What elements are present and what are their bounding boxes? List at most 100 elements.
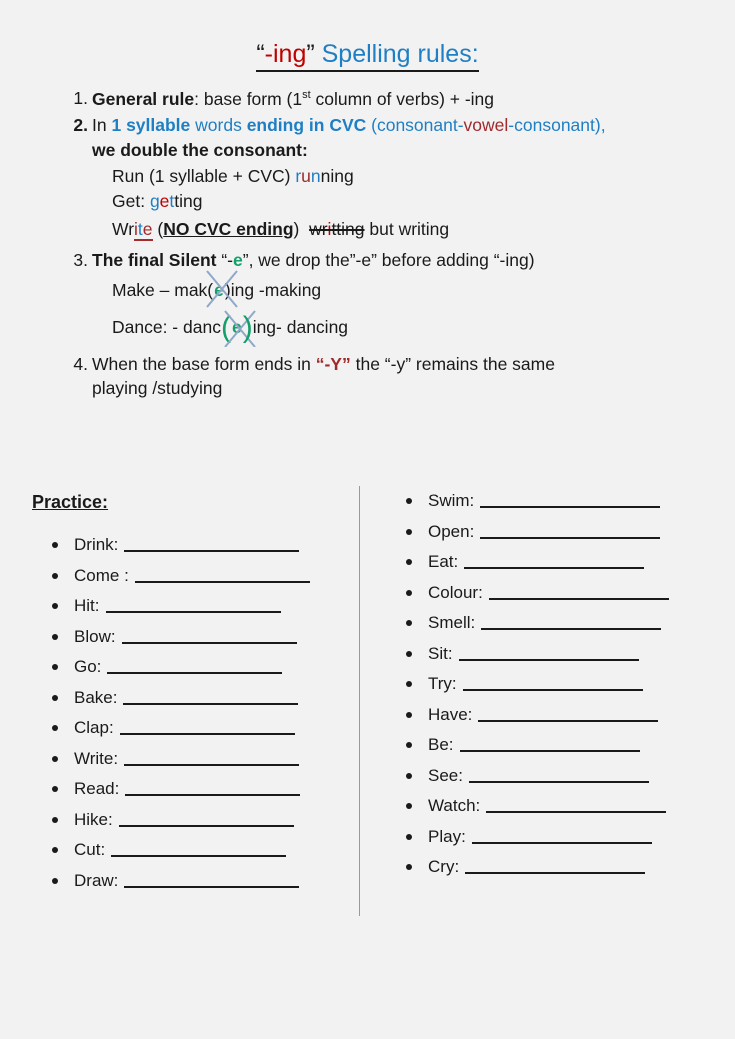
rule-4-text: When the base form ends in “-Y” the “-y”… bbox=[92, 354, 735, 375]
bullet-icon bbox=[406, 803, 412, 809]
rule-2-syllable: 1 syllable bbox=[111, 115, 191, 136]
practice-answer-blank[interactable] bbox=[464, 552, 645, 569]
rule-3-example-dance: Dance: - danc(e)ing- dancing bbox=[92, 309, 735, 347]
rule-3-number: 3. bbox=[73, 249, 88, 270]
practice-item-word: Drink: bbox=[74, 535, 119, 554]
practice-item-word: Come : bbox=[74, 565, 129, 585]
practice-item: Watch: bbox=[398, 791, 698, 822]
example-make-pre: Make – mak( bbox=[112, 280, 214, 301]
practice-answer-blank[interactable] bbox=[124, 535, 300, 552]
practice-answer-blank[interactable] bbox=[465, 857, 646, 874]
rule-2-vowel: vowel bbox=[463, 115, 509, 136]
example-get-l4: ting bbox=[174, 190, 203, 211]
practice-answer-blank[interactable] bbox=[471, 827, 652, 844]
rule-3-text: The final Silent “-e”, we drop the”-e” b… bbox=[92, 249, 735, 270]
rule-1-text-b: column of verbs) + -ing bbox=[310, 88, 495, 109]
practice-answer-blank[interactable] bbox=[124, 871, 300, 888]
rule-1-label: General rule bbox=[92, 88, 195, 109]
example-dance-e: e bbox=[231, 316, 242, 337]
rule-2-line2: we double the consonant: bbox=[92, 139, 308, 160]
example-write-prefix: Wr bbox=[112, 219, 135, 240]
practice-answer-blank[interactable] bbox=[107, 657, 283, 674]
practice-item: Open: bbox=[398, 517, 698, 548]
rule-4-number: 4. bbox=[73, 354, 88, 375]
bullet-icon bbox=[52, 725, 58, 731]
practice-answer-blank[interactable] bbox=[486, 796, 667, 813]
bullet-icon bbox=[406, 559, 412, 565]
practice-item-word: Swim: bbox=[428, 491, 475, 510]
practice-item-word: Eat: bbox=[428, 552, 459, 571]
practice-answer-blank[interactable] bbox=[121, 627, 297, 644]
rule-3-example-make: Make – mak(e)ing -making bbox=[92, 270, 735, 308]
practice-item: Go: bbox=[44, 652, 344, 683]
practice-item: Hit: bbox=[44, 591, 344, 622]
practice-left-column: Drink: Come : Hit: Blow: Go: Bake: Clap: Write:… bbox=[44, 530, 344, 896]
practice-answer-blank[interactable] bbox=[125, 779, 301, 796]
rule-4-line2: playing /studying bbox=[92, 377, 223, 398]
bullet-icon bbox=[406, 498, 412, 504]
practice-item-word: Be: bbox=[428, 735, 454, 754]
title-open-quote: “ bbox=[256, 40, 265, 68]
rule-4-text-a: When the base form ends in bbox=[92, 354, 316, 375]
column-divider bbox=[359, 486, 360, 916]
practice-answer-blank[interactable] bbox=[123, 688, 299, 705]
bullet-icon bbox=[406, 833, 412, 840]
example-write-wrong-post: tting bbox=[331, 219, 365, 240]
practice-answer-blank[interactable] bbox=[118, 810, 294, 827]
practice-answer-blank[interactable] bbox=[468, 766, 649, 783]
practice-item-word: Bake: bbox=[74, 687, 118, 707]
practice-item-word: Draw: bbox=[74, 870, 119, 890]
practice-item: Swim: bbox=[398, 486, 698, 517]
practice-answer-blank[interactable] bbox=[480, 491, 661, 508]
rule-2-example-run: Run (1 syllable + CVC) running bbox=[92, 166, 735, 187]
bullet-icon bbox=[52, 816, 58, 823]
practice-answer-blank[interactable] bbox=[105, 596, 281, 613]
bullet-icon bbox=[52, 755, 58, 762]
rule-1: 1. General rule: base form (1st column o… bbox=[0, 88, 735, 109]
bullet-icon bbox=[406, 681, 412, 687]
practice-answer-blank[interactable] bbox=[119, 718, 295, 735]
page-title: “-ing” Spelling rules: bbox=[256, 40, 479, 72]
rule-4-text-b: the “-y” remains the same bbox=[350, 354, 555, 375]
practice-answer-blank[interactable] bbox=[462, 674, 643, 691]
rule-2: 2. In 1 syllable words ending in CVC (co… bbox=[0, 115, 735, 242]
practice-item-word: Smell: bbox=[428, 613, 476, 632]
practice-item-word: Read: bbox=[74, 779, 120, 798]
example-write-note-open: ( bbox=[152, 219, 164, 240]
example-make-post: )ing -making bbox=[224, 280, 322, 301]
rule-3-text-rest: , we drop the”-e” before adding “-ing) bbox=[248, 249, 535, 270]
practice-answer-blank[interactable] bbox=[111, 840, 287, 857]
rule-4: 4. When the base form ends in “-Y” the “… bbox=[0, 354, 735, 398]
practice-item: Come : bbox=[44, 561, 344, 592]
practice-answer-blank[interactable] bbox=[124, 749, 300, 766]
practice-answer-blank[interactable] bbox=[459, 735, 640, 752]
practice-answer-blank[interactable] bbox=[480, 522, 661, 539]
example-run-l4: ning bbox=[320, 166, 354, 187]
rule-1-superscript: st bbox=[302, 88, 311, 101]
bullet-icon bbox=[52, 877, 58, 884]
practice-item-word: Watch: bbox=[428, 796, 481, 815]
practice-answer-blank[interactable] bbox=[481, 613, 662, 630]
practice-item-word: Write: bbox=[74, 748, 119, 768]
practice-item: Write: bbox=[44, 744, 344, 775]
practice-right-column: Swim: Open: Eat: Colour: Smell: Sit: Try: Have:… bbox=[398, 486, 698, 883]
example-write-note: NO CVC ending bbox=[163, 219, 294, 240]
practice-answer-blank[interactable] bbox=[134, 566, 310, 583]
practice-item: Play: bbox=[398, 822, 698, 853]
practice-item-word: Hit: bbox=[74, 596, 100, 615]
rule-1-text-a: base form (1 bbox=[199, 88, 303, 109]
bullet-icon bbox=[52, 694, 58, 701]
practice-item: Bake: bbox=[44, 683, 344, 714]
practice-answer-blank[interactable] bbox=[488, 583, 669, 600]
practice-item: Clap: bbox=[44, 713, 344, 744]
example-write-e: e bbox=[142, 219, 153, 240]
rule-2-number: 2. bbox=[73, 115, 88, 136]
example-dance-pre: Dance: - danc bbox=[112, 316, 221, 337]
practice-answer-blank[interactable] bbox=[478, 705, 659, 722]
practice-item: Have: bbox=[398, 700, 698, 731]
practice-item-word: Clap: bbox=[74, 718, 114, 737]
rule-3-quote-open: “- bbox=[216, 249, 233, 270]
practice-item-word: Try: bbox=[428, 674, 457, 693]
rule-2-words: words bbox=[190, 115, 247, 136]
practice-answer-blank[interactable] bbox=[458, 644, 639, 661]
